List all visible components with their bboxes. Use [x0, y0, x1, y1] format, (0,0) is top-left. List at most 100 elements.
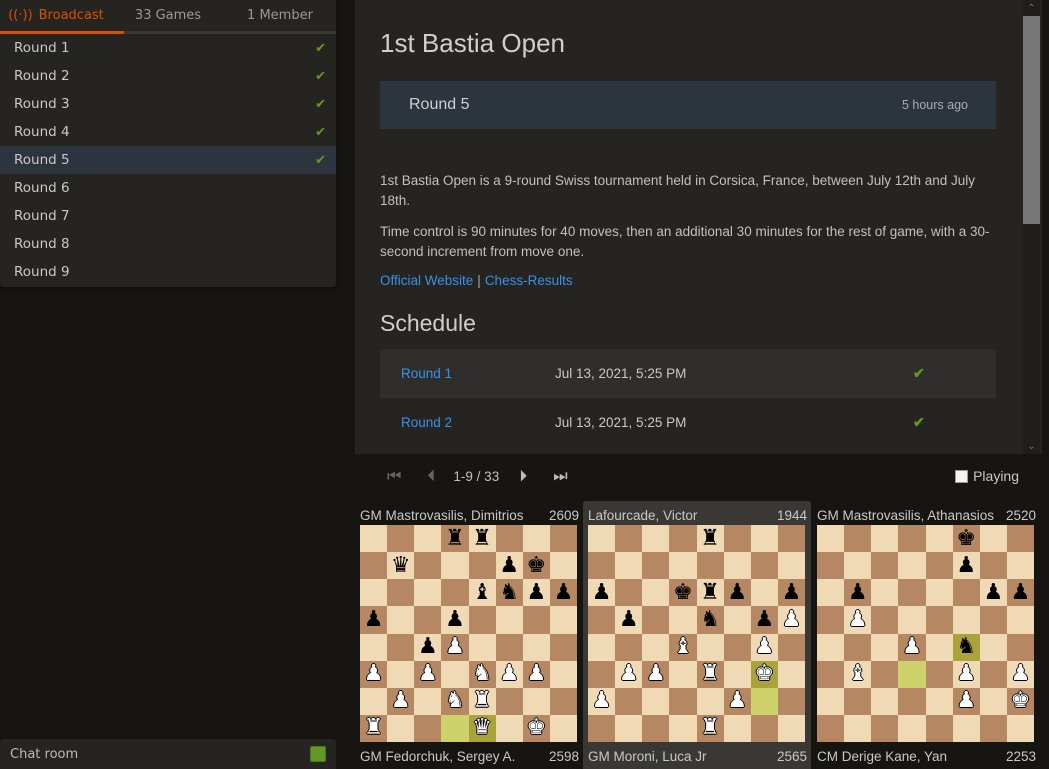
square-g3 — [979, 660, 1007, 688]
square-f1 — [495, 714, 523, 742]
square-c8 — [642, 525, 670, 553]
sidebar-item-round-4[interactable]: Round 4 ✔ — [0, 118, 336, 146]
sidebar-tabs: ((·)) Broadcast 33 Games 1 Member — [0, 0, 336, 34]
black-rook-icon: ♜ — [445, 525, 465, 551]
white-pawn-icon: ♟ — [847, 606, 868, 632]
square-e4 — [468, 633, 496, 661]
white-pawn-icon: ♟ — [445, 634, 465, 660]
square-f5 — [495, 606, 523, 634]
square-f4 — [723, 633, 751, 661]
last-page-icon[interactable]: ⏭ — [553, 466, 567, 486]
square-b1 — [844, 714, 872, 742]
square-d4: ♝ — [669, 633, 697, 661]
square-g6 — [750, 579, 778, 607]
square-a7 — [360, 552, 388, 580]
square-e4 — [925, 633, 953, 661]
square-f3: ♟ — [952, 660, 980, 688]
square-a5 — [817, 606, 845, 634]
game-card[interactable]: GM Mastrovasilis, Dimitrios 2609 ♜ ♜ ♛ ♟ ♚ ♝ ♞ ♟ ♟… — [355, 501, 583, 769]
tab-members[interactable]: 1 Member — [224, 0, 336, 31]
chess-board[interactable]: ♜ ♟ ♚ ♜ ♟ ♟ ♟ ♞ ♟ ♟ ♝ ♟ ♟ ♟ ♜ ♚ ♟ ♟ ♜ — [588, 525, 805, 742]
sidebar-item-round-5[interactable]: Round 5 ✔ — [0, 146, 336, 174]
chat-room-bar[interactable]: Chat room — [0, 739, 336, 769]
white-rook-icon: ♜ — [472, 688, 492, 714]
sidebar-item-round-6[interactable]: Round 6 — [0, 174, 336, 202]
schedule-date: Jul 13, 2021, 5:25 PM — [555, 415, 687, 430]
sidebar-item-round-9[interactable]: Round 9 — [0, 258, 336, 286]
square-e6: ♜ — [696, 579, 724, 607]
top-player: GM Mastrovasilis, Dimitrios 2609 — [360, 504, 579, 526]
tab-games[interactable]: 33 Games — [112, 0, 224, 31]
official-website-link[interactable]: Official Website — [380, 273, 473, 288]
chess-board[interactable]: ♜ ♜ ♛ ♟ ♚ ♝ ♞ ♟ ♟ ♟ ♟ ♟ ♟ ♟ ♟ ♞ ♟ ♟ ♟ ♞ ♜ ♜ ♛ ♚ — [360, 525, 577, 742]
square-d5: ♟ — [441, 606, 469, 634]
black-queen-icon: ♛ — [390, 552, 411, 578]
square-g8 — [522, 525, 550, 553]
square-b8 — [844, 525, 872, 553]
square-c7 — [871, 552, 899, 580]
square-f6: ♟ — [723, 579, 751, 607]
white-bishop-icon: ♝ — [673, 634, 693, 660]
black-pawn-icon: ♟ — [553, 579, 574, 605]
square-e2: ♜ — [468, 687, 496, 715]
chess-results-link[interactable]: Chess-Results — [485, 273, 573, 288]
black-knight-icon: ♞ — [956, 634, 977, 660]
square-c4 — [871, 633, 899, 661]
square-f8: ♚ — [952, 525, 980, 553]
square-b7: ♛ — [387, 552, 415, 580]
square-c1 — [871, 714, 899, 742]
white-pawn-icon: ♟ — [727, 688, 748, 714]
square-c3 — [871, 660, 899, 688]
square-e1 — [925, 714, 953, 742]
schedule-round-link[interactable]: Round 1 — [380, 366, 555, 381]
scroll-up-icon[interactable]: ⌃ — [1023, 0, 1040, 16]
schedule-date: Jul 13, 2021, 5:25 PM — [555, 366, 687, 381]
square-a8 — [360, 525, 388, 553]
playing-filter[interactable]: Playing — [955, 468, 1019, 484]
game-card[interactable]: GM Mastrovasilis, Athanasios 2520 ♚ ♟ ♟ ♟ ♟ ♟ ♟ ♞… — [812, 501, 1040, 769]
check-icon: ✔ — [315, 68, 326, 84]
check-icon: ✔ — [913, 414, 925, 430]
next-page-icon[interactable]: ⏵ — [519, 466, 527, 486]
current-round-time: 5 hours ago — [901, 98, 968, 112]
square-d6: ♚ — [669, 579, 697, 607]
bottom-player: CM Derige Kane, Yan 2253 — [817, 745, 1036, 767]
game-card[interactable]: Lafourcade, Victor 1944 ♜ ♟ ♚ ♜ ♟ ♟ ♟ ♞ ♟ ♟ ♝ ♟ ♟ ♟ ♜ ♚ ♟ ♟… — [583, 501, 811, 769]
square-g2 — [522, 687, 550, 715]
square-f8 — [495, 525, 523, 553]
square-a7 — [817, 552, 845, 580]
square-f8 — [723, 525, 751, 553]
scrollbar-thumb[interactable] — [1023, 16, 1040, 224]
square-g1: ♚ — [522, 714, 550, 742]
schedule-round-link[interactable]: Round 2 — [380, 415, 555, 430]
square-h1 — [1006, 714, 1034, 742]
app: ((·)) Broadcast 33 Games 1 Member Round … — [0, 0, 1049, 769]
black-pawn-icon: ♟ — [417, 634, 438, 660]
square-d4: ♟ — [441, 633, 469, 661]
sidebar-item-round-2[interactable]: Round 2 ✔ — [0, 62, 336, 90]
player-rating: 2565 — [776, 748, 807, 764]
square-d5 — [898, 606, 926, 634]
sidebar-item-round-3[interactable]: Round 3 ✔ — [0, 90, 336, 118]
black-pawn-icon: ♟ — [1010, 579, 1031, 605]
sidebar-item-round-7[interactable]: Round 7 — [0, 202, 336, 230]
playing-checkbox[interactable] — [955, 469, 969, 483]
black-pawn-icon: ♟ — [363, 606, 384, 632]
square-g6: ♟ — [522, 579, 550, 607]
sidebar-item-round-1[interactable]: Round 1 ✔ — [0, 34, 336, 62]
square-h7 — [777, 552, 805, 580]
square-f7: ♟ — [495, 552, 523, 580]
chat-toggle[interactable] — [310, 746, 326, 762]
square-h6: ♟ — [777, 579, 805, 607]
main-scrollbar[interactable]: ⌃ ⌄ — [1023, 0, 1040, 454]
square-b4 — [844, 633, 872, 661]
square-g8 — [750, 525, 778, 553]
sidebar-item-round-8[interactable]: Round 8 — [0, 230, 336, 258]
tab-broadcast[interactable]: ((·)) Broadcast — [0, 0, 112, 31]
chess-board[interactable]: ♚ ♟ ♟ ♟ ♟ ♟ ♟ ♞ ♝ ♟ ♟ ♟ ♚ — [817, 525, 1034, 742]
first-page-icon[interactable]: ⏮ — [387, 466, 401, 486]
square-c6 — [414, 579, 442, 607]
scroll-down-icon[interactable]: ⌄ — [1023, 438, 1040, 454]
prev-page-icon[interactable]: ⏴ — [427, 466, 435, 486]
black-pawn-icon: ♟ — [754, 606, 775, 632]
